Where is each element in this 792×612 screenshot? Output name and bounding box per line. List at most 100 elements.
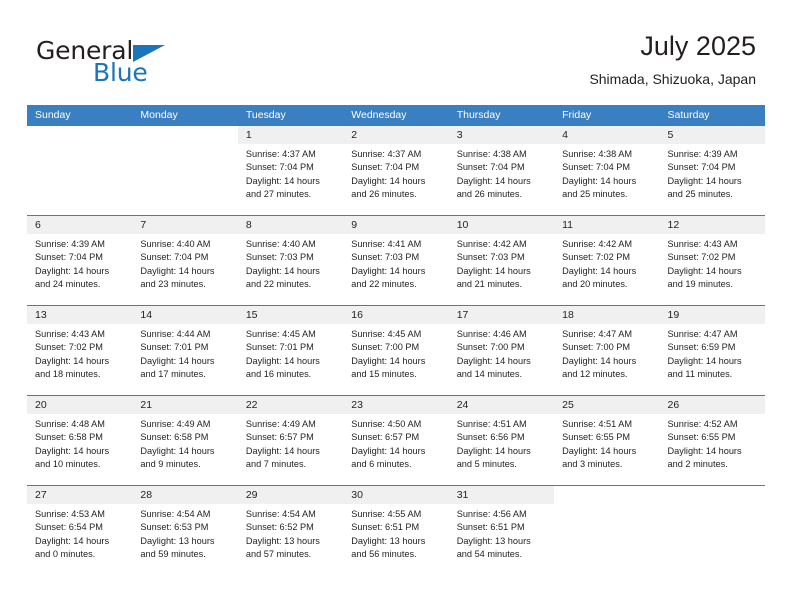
calendar-day-cell[interactable]: 15 Sunrise: 4:45 AM Sunset: 7:01 PM Dayligh… [237, 306, 344, 395]
sunset-text: Sunset: 6:55 PM [562, 432, 631, 443]
daylight-text: Daylight: 14 hours [456, 445, 531, 456]
daylight-text: and 18 minutes. [35, 368, 101, 379]
daylight-text: and 22 minutes. [351, 278, 417, 289]
calendar-day-cell[interactable]: 20 Sunrise: 4:48 AM Sunset: 6:58 PM Dayligh… [27, 396, 133, 485]
calendar-day-cell[interactable]: 2 Sunrise: 4:37 AM Sunset: 7:04 PM Daylight… [343, 126, 449, 215]
calendar-day-cell[interactable]: 9 Sunrise: 4:41 AM Sunset: 7:03 PM Daylight… [343, 216, 449, 305]
calendar-cell-empty [27, 126, 132, 215]
calendar-day-cell[interactable]: 31 Sunrise: 4:56 AM Sunset: 6:51 PM Dayligh… [448, 486, 555, 575]
calendar-week-row: 1 Sunrise: 4:37 AM Sunset: 7:04 PM Daylight… [27, 126, 765, 215]
sunset-text: Sunset: 7:01 PM [140, 342, 209, 353]
calendar-day-cell[interactable]: 23 Sunrise: 4:50 AM Sunset: 6:57 PM Dayligh… [343, 396, 449, 485]
sun-info: Sunrise: 4:50 AM Sunset: 6:57 PM Daylight:… [343, 414, 448, 471]
sunset-text: Sunset: 7:04 PM [140, 252, 209, 263]
daylight-text: and 59 minutes. [140, 548, 206, 559]
daylight-text: and 20 minutes. [562, 278, 628, 289]
sun-info: Sunrise: 4:38 AM Sunset: 7:04 PM Daylight:… [449, 144, 554, 201]
sunset-text: Sunset: 7:00 PM [351, 342, 420, 353]
sunset-text: Sunset: 7:02 PM [562, 252, 631, 263]
daylight-text: and 56 minutes. [351, 548, 417, 559]
daylight-text: Daylight: 14 hours [351, 445, 426, 456]
sunrise-text: Sunrise: 4:38 AM [456, 149, 527, 159]
calendar-day-cell[interactable]: 8 Sunrise: 4:40 AM Sunset: 7:03 PM Daylight… [237, 216, 344, 305]
sunset-text: Sunset: 7:04 PM [667, 162, 736, 173]
day-of-week-friday: Friday [562, 109, 592, 121]
daylight-text: and 2 minutes. [667, 458, 728, 469]
calendar-day-cell[interactable]: 7 Sunrise: 4:40 AM Sunset: 7:04 PM Daylight… [132, 216, 238, 305]
day-number: 6 [27, 216, 133, 234]
calendar-week-row: 13 Sunrise: 4:43 AM Sunset: 7:02 PM Dayligh… [27, 305, 765, 395]
daylight-text: Daylight: 14 hours [562, 265, 637, 276]
sunrise-text: Sunrise: 4:55 AM [351, 509, 422, 519]
daylight-text: Daylight: 14 hours [140, 265, 215, 276]
day-number [554, 486, 659, 504]
calendar-day-cell[interactable]: 13 Sunrise: 4:43 AM Sunset: 7:02 PM Dayligh… [27, 306, 133, 395]
sun-info: Sunrise: 4:38 AM Sunset: 7:04 PM Daylight:… [554, 144, 659, 201]
day-of-week-tuesday: Tuesday [245, 109, 286, 121]
calendar-day-cell[interactable]: 11 Sunrise: 4:42 AM Sunset: 7:02 PM Dayligh… [554, 216, 660, 305]
sunset-text: Sunset: 7:04 PM [351, 162, 420, 173]
daylight-text: Daylight: 14 hours [245, 265, 320, 276]
daylight-text: and 27 minutes. [245, 188, 312, 199]
day-number: 9 [343, 216, 449, 234]
sun-info: Sunrise: 4:51 AM Sunset: 6:56 PM Daylight:… [449, 414, 554, 471]
calendar-day-cell[interactable]: 28 Sunrise: 4:54 AM Sunset: 6:53 PM Dayligh… [132, 486, 238, 575]
calendar-day-cell[interactable]: 19 Sunrise: 4:47 AM Sunset: 6:59 PM Dayligh… [659, 306, 765, 395]
sun-info: Sunrise: 4:46 AM Sunset: 7:00 PM Daylight:… [449, 324, 554, 381]
calendar-day-cell[interactable]: 17 Sunrise: 4:46 AM Sunset: 7:00 PM Dayligh… [448, 306, 555, 395]
calendar-day-cell[interactable]: 5 Sunrise: 4:39 AM Sunset: 7:04 PM Daylight… [659, 126, 765, 215]
sunrise-text: Sunrise: 4:51 AM [562, 419, 633, 429]
calendar-day-cell[interactable]: 27 Sunrise: 4:53 AM Sunset: 6:54 PM Dayligh… [27, 486, 133, 575]
sunrise-text: Sunrise: 4:42 AM [456, 239, 527, 249]
daylight-text: and 22 minutes. [245, 278, 312, 289]
sunset-text: Sunset: 7:00 PM [562, 342, 631, 353]
day-of-week-monday: Monday [140, 109, 178, 121]
day-number: 25 [554, 396, 660, 414]
daylight-text: Daylight: 14 hours [351, 175, 426, 186]
sun-info: Sunrise: 4:37 AM Sunset: 7:04 PM Daylight:… [343, 144, 448, 201]
sunset-text: Sunset: 7:02 PM [35, 342, 103, 353]
calendar-day-cell[interactable]: 21 Sunrise: 4:49 AM Sunset: 6:58 PM Dayligh… [132, 396, 238, 485]
daylight-text: Daylight: 14 hours [351, 265, 426, 276]
daylight-text: and 7 minutes. [245, 458, 307, 469]
calendar-day-cell[interactable]: 24 Sunrise: 4:51 AM Sunset: 6:56 PM Dayligh… [448, 396, 555, 485]
day-number: 19 [659, 306, 765, 324]
calendar-day-cell[interactable]: 18 Sunrise: 4:47 AM Sunset: 7:00 PM Dayligh… [554, 306, 660, 395]
sunrise-text: Sunrise: 4:50 AM [351, 419, 422, 429]
calendar-day-cell[interactable]: 14 Sunrise: 4:44 AM Sunset: 7:01 PM Dayligh… [132, 306, 238, 395]
sunset-text: Sunset: 7:03 PM [456, 252, 525, 263]
calendar-cell-empty [132, 126, 237, 215]
calendar-weeks: 1 Sunrise: 4:37 AM Sunset: 7:04 PM Daylight… [27, 126, 765, 575]
calendar-cell-empty [660, 486, 765, 575]
daylight-text: Daylight: 13 hours [140, 535, 215, 546]
calendar-day-cell[interactable]: 4 Sunrise: 4:38 AM Sunset: 7:04 PM Daylight… [554, 126, 660, 215]
sunset-text: Sunset: 7:04 PM [35, 252, 103, 263]
sunrise-text: Sunrise: 4:51 AM [456, 419, 527, 429]
sunrise-text: Sunrise: 4:48 AM [35, 419, 105, 429]
sunrise-text: Sunrise: 4:39 AM [667, 149, 738, 159]
sun-info: Sunrise: 4:44 AM Sunset: 7:01 PM Daylight:… [132, 324, 237, 381]
title-block: July 2025 Shimada, Shizuoka, Japan [589, 30, 756, 87]
sun-info: Sunrise: 4:49 AM Sunset: 6:57 PM Daylight:… [238, 414, 343, 471]
calendar-day-cell[interactable]: 26 Sunrise: 4:52 AM Sunset: 6:55 PM Dayligh… [659, 396, 765, 485]
daylight-text: and 57 minutes. [245, 548, 312, 559]
calendar-day-cell[interactable]: 30 Sunrise: 4:55 AM Sunset: 6:51 PM Dayligh… [343, 486, 449, 575]
day-number: 18 [554, 306, 660, 324]
daylight-text: and 0 minutes. [35, 548, 96, 559]
calendar-day-cell[interactable]: 22 Sunrise: 4:49 AM Sunset: 6:57 PM Dayligh… [237, 396, 344, 485]
calendar-day-cell[interactable]: 29 Sunrise: 4:54 AM Sunset: 6:52 PM Dayligh… [237, 486, 344, 575]
daylight-text: and 9 minutes. [140, 458, 201, 469]
general-blue-logo[interactable]: General Blue [36, 36, 276, 92]
calendar-day-cell[interactable]: 10 Sunrise: 4:42 AM Sunset: 7:03 PM Dayligh… [448, 216, 555, 305]
calendar-day-cell[interactable]: 16 Sunrise: 4:45 AM Sunset: 7:00 PM Dayligh… [343, 306, 449, 395]
calendar-day-cell[interactable]: 3 Sunrise: 4:38 AM Sunset: 7:04 PM Daylight… [448, 126, 555, 215]
sunset-text: Sunset: 7:03 PM [245, 252, 314, 263]
calendar-week-row: 20 Sunrise: 4:48 AM Sunset: 6:58 PM Dayligh… [27, 395, 765, 485]
sun-info: Sunrise: 4:52 AM Sunset: 6:55 PM Daylight:… [660, 414, 765, 471]
calendar-day-cell[interactable]: 1 Sunrise: 4:37 AM Sunset: 7:04 PM Daylight… [237, 126, 344, 215]
calendar-day-cell[interactable]: 12 Sunrise: 4:43 AM Sunset: 7:02 PM Dayligh… [659, 216, 765, 305]
calendar-day-cell[interactable]: 25 Sunrise: 4:51 AM Sunset: 6:55 PM Dayligh… [554, 396, 660, 485]
daylight-text: and 5 minutes. [456, 458, 517, 469]
calendar-day-cell[interactable]: 6 Sunrise: 4:39 AM Sunset: 7:04 PM Daylight… [27, 216, 133, 305]
daylight-text: Daylight: 14 hours [667, 355, 742, 366]
